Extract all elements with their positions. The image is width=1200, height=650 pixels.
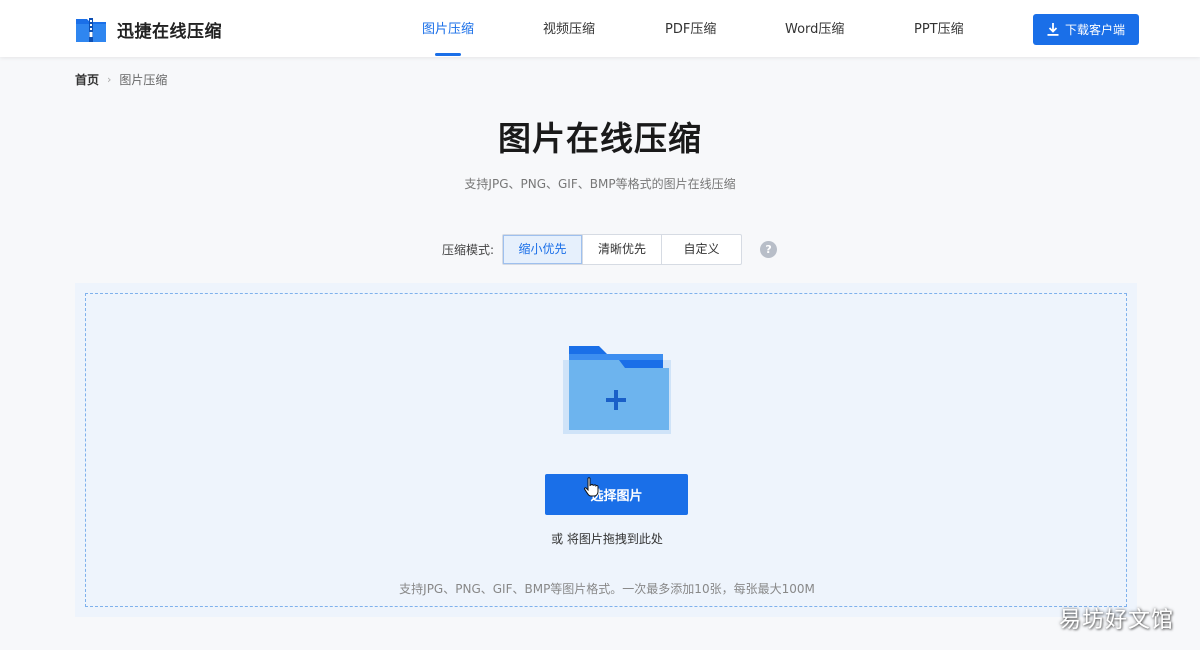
- select-image-button[interactable]: 选择图片: [545, 474, 688, 515]
- format-note: 支持JPG、PNG、GIF、BMP等图片格式。一次最多添加10张，每张最大100…: [399, 582, 815, 596]
- nav-ppt-compress[interactable]: PPT压缩: [914, 0, 964, 57]
- download-client-label: 下载客户端: [1064, 23, 1125, 37]
- nav-image-compress[interactable]: 图片压缩: [422, 0, 474, 57]
- nav-word-compress[interactable]: Word压缩: [785, 0, 844, 57]
- nav-pdf-compress[interactable]: PDF压缩: [665, 0, 716, 57]
- page-title: 图片在线压缩: [498, 119, 702, 158]
- watermark-text: 易坊好文馆: [1058, 608, 1174, 633]
- breadcrumb-home[interactable]: 首页: [75, 71, 99, 88]
- drop-zone[interactable]: 选择图片 或 将图片拖拽到此处 支持JPG、PNG、GIF、BMP等图片格式。一…: [85, 293, 1127, 607]
- upload-area: 选择图片 或 将图片拖拽到此处 支持JPG、PNG、GIF、BMP等图片格式。一…: [75, 283, 1137, 617]
- logo[interactable]: 迅捷在线压缩: [75, 14, 222, 44]
- zip-folder-icon: [76, 18, 106, 42]
- compress-mode-selector: 压缩模式: 缩小优先 清晰优先 自定义 ?: [442, 234, 778, 265]
- mode-option-smaller[interactable]: 缩小优先: [503, 235, 584, 264]
- folder-add-icon: [563, 346, 671, 434]
- chevron-right-icon: ›: [107, 73, 112, 86]
- mode-option-clarity[interactable]: 清晰优先: [583, 235, 663, 264]
- breadcrumb-current: 图片压缩: [119, 73, 168, 87]
- hand-pointer-icon: [584, 477, 599, 497]
- help-icon[interactable]: ?: [760, 241, 778, 258]
- mode-option-custom[interactable]: 自定义: [662, 235, 741, 264]
- page-subtitle: 支持JPG、PNG、GIF、BMP等格式的图片在线压缩: [464, 177, 736, 191]
- drag-hint: 或 将图片拖拽到此处: [551, 532, 663, 546]
- breadcrumb: 首页 › 图片压缩: [75, 71, 167, 88]
- compress-mode-options: 缩小优先 清晰优先 自定义: [502, 234, 743, 265]
- top-header: 迅捷在线压缩 图片压缩 视频压缩 PDF压缩 Word压缩 PPT压缩 下载客户…: [0, 0, 1200, 57]
- download-icon: [1047, 23, 1059, 36]
- compress-mode-label: 压缩模式:: [442, 243, 495, 257]
- download-client-button[interactable]: 下载客户端: [1033, 14, 1139, 45]
- nav-video-compress[interactable]: 视频压缩: [543, 0, 595, 57]
- app-name: 迅捷在线压缩: [117, 21, 222, 42]
